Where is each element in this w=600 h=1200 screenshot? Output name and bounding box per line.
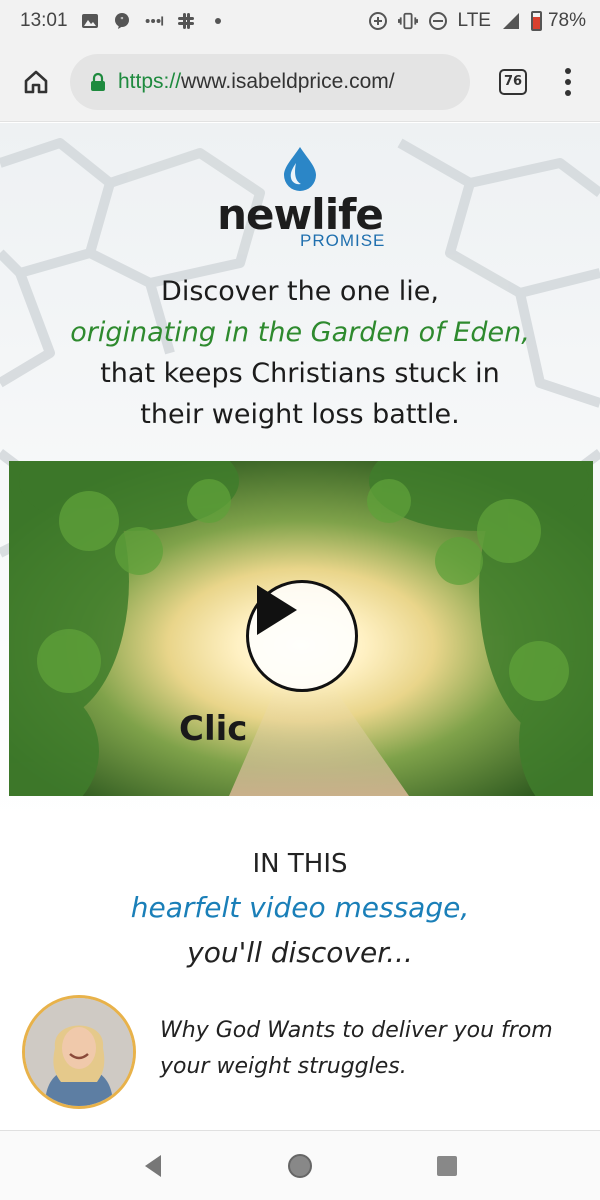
feature-item: Why God Wants to deliver you from your w… [22, 995, 592, 1115]
signal-icon [501, 11, 521, 31]
system-nav-bar [0, 1130, 600, 1200]
chat-icon: " [112, 11, 132, 31]
dots-icon [144, 11, 164, 31]
battery-icon: 78% [530, 10, 586, 32]
web-page: newlife PROMISE Discover the one lie, or… [0, 123, 600, 1130]
feature-text: Why God Wants to deliver you from your w… [160, 1018, 553, 1079]
home-nav-button[interactable] [276, 1142, 324, 1190]
headline-line-4: their weight loss battle. [140, 399, 460, 430]
back-icon [145, 1154, 162, 1177]
status-bar: 13:01 " LTE 78% [0, 0, 600, 42]
section-heading: IN THIS hearfelt video message, you'll d… [0, 843, 600, 975]
section-heading-line-2: hearfelt video message, [130, 891, 470, 924]
recents-button[interactable] [423, 1142, 471, 1190]
battery-percent: 78% [547, 10, 586, 31]
browser-toolbar: https://www.isabeldprice.com/ 76 [0, 42, 600, 122]
headline-line-3: that keeps Christians stuck in [100, 358, 500, 389]
logo-subtitle: PROMISE [300, 231, 386, 250]
video-player[interactable]: Clic [9, 461, 593, 796]
home-button[interactable] [12, 58, 60, 106]
headline-line-1: Discover the one lie, [161, 276, 439, 307]
recents-icon [436, 1155, 457, 1176]
play-button[interactable] [246, 580, 358, 692]
home-icon [24, 70, 48, 93]
battery-level [530, 11, 542, 31]
section-heading-line-1: IN THIS [252, 849, 348, 879]
avatar [22, 995, 136, 1109]
headline: Discover the one lie, originating in the… [0, 271, 600, 435]
status-time: 13:01 [20, 10, 68, 31]
vibrate-icon [397, 11, 418, 31]
dnd-icon [428, 11, 448, 31]
url-scheme: https:// [118, 69, 182, 93]
lock-icon [90, 72, 106, 92]
video-caption: Clic [179, 709, 248, 749]
photo-icon [80, 11, 100, 31]
slack-icon [176, 11, 196, 31]
network-label: LTE [457, 10, 491, 31]
svg-text:": " [120, 16, 124, 25]
url-host: www.isabeldprice.com/ [181, 69, 395, 93]
play-icon [257, 585, 297, 635]
section-heading-line-3: you'll discover... [187, 936, 413, 969]
tab-switcher-button[interactable]: 76 [488, 57, 538, 107]
dot-icon [208, 11, 228, 31]
home-circle-icon [287, 1153, 312, 1178]
data-saver-icon [368, 11, 388, 31]
tab-count: 76 [499, 68, 527, 95]
water-drop-icon [284, 147, 316, 191]
headline-line-2: originating in the Garden of Eden, [70, 317, 530, 348]
menu-icon[interactable] [548, 57, 588, 107]
back-button[interactable] [129, 1142, 177, 1190]
address-bar[interactable]: https://www.isabeldprice.com/ [70, 53, 470, 110]
newlife-logo[interactable]: newlife [0, 145, 600, 237]
